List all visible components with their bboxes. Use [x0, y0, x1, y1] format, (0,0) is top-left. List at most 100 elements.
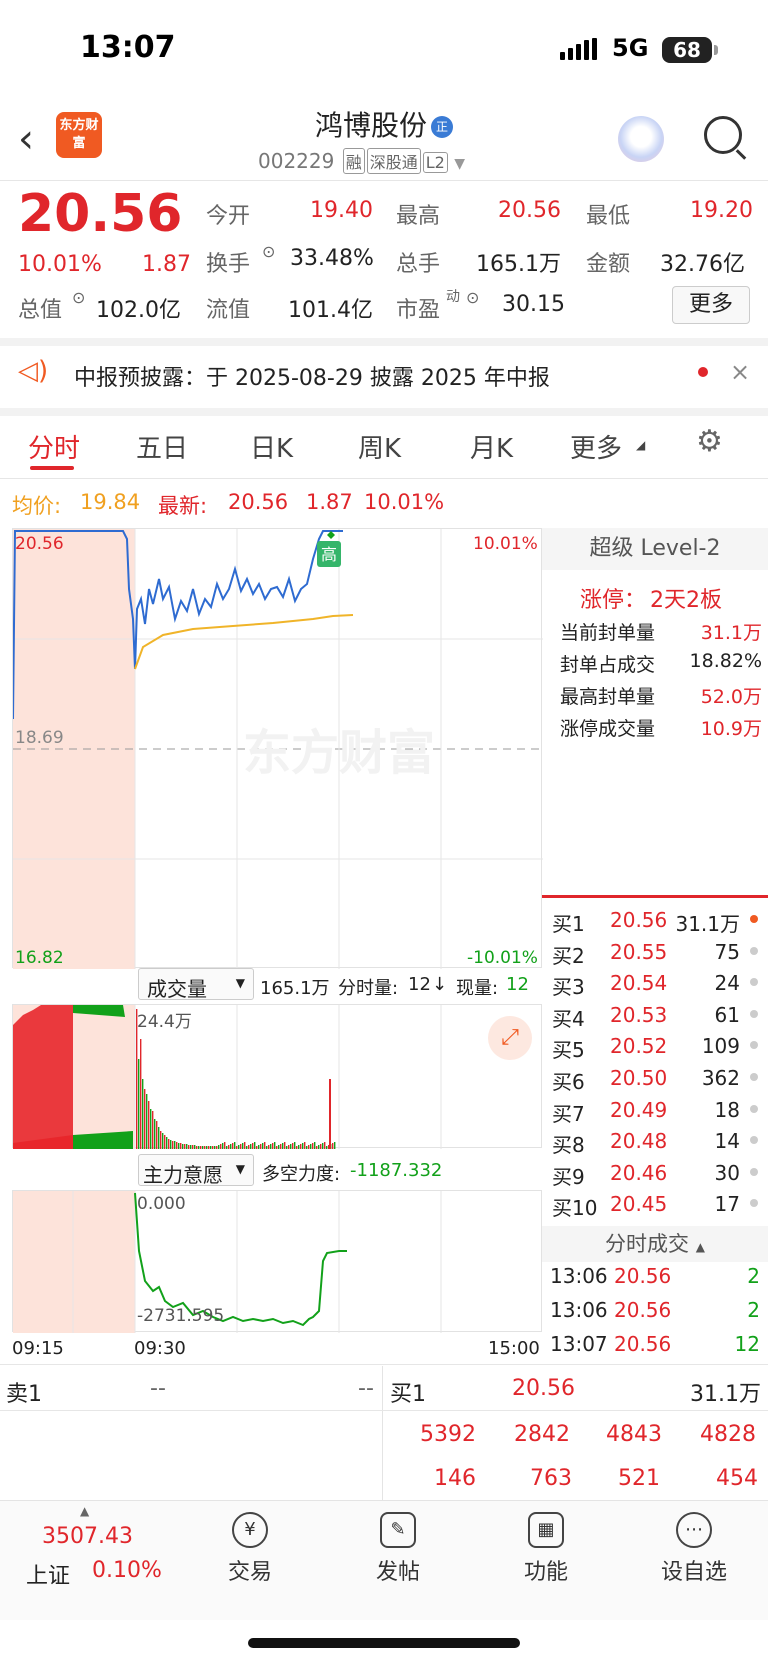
watermark: 东方财富 — [243, 725, 435, 781]
ob-label: 买4 — [552, 1006, 585, 1031]
tab-daily[interactable]: 日K — [250, 428, 293, 465]
cur-vol-label: 现量: — [456, 978, 499, 999]
ob-price: 20.45 — [610, 1192, 668, 1217]
expand-icon[interactable]: ⤢ — [488, 1016, 532, 1060]
orderbook-row[interactable]: 买8 20.48 14 — [552, 1129, 762, 1158]
level2-title: 超级 Level-2 — [542, 528, 768, 570]
chevron-down-icon: ▼ — [235, 1162, 245, 1176]
last-value: 20.56 — [228, 490, 289, 514]
orderbook-row[interactable]: 买10 20.45 17 — [552, 1192, 762, 1221]
info-icon[interactable]: ⊙ — [262, 242, 275, 261]
divider — [0, 408, 768, 416]
battery-cap — [714, 45, 718, 55]
close-icon[interactable]: × — [730, 358, 750, 386]
tab-indicator — [30, 466, 74, 470]
cur-vol-value: 12 — [506, 974, 529, 995]
queue-value: 4843 — [606, 1422, 662, 1447]
volume-bar — [216, 1146, 218, 1149]
orderbook-row[interactable]: 买1 20.56 31.1万 — [552, 908, 762, 937]
volume-total: 165.1万 — [260, 978, 330, 999]
volume-bar — [174, 1141, 176, 1149]
volume-bar — [228, 1145, 230, 1149]
indicator-selector-label: 主力意愿 — [143, 1163, 223, 1187]
tick-price: 20.56 — [614, 1332, 672, 1356]
orderbook-row[interactable]: 买3 20.54 24 — [552, 971, 762, 1000]
volume-bar — [332, 1143, 334, 1149]
info-icon[interactable]: ⊙ — [72, 288, 85, 307]
tab-post[interactable]: ✎ 发帖 — [348, 1512, 448, 1586]
sell1-price: -- — [150, 1376, 166, 1401]
force-label: 多空力度: — [262, 1164, 341, 1185]
orderbook-row[interactable]: 买6 20.50 362 — [552, 1066, 762, 1095]
tab-functions[interactable]: ▦ 功能 — [496, 1512, 596, 1586]
stock-name: 鸿博股份 — [314, 109, 427, 142]
ticks-header[interactable]: 分时成交 ▲ — [542, 1226, 768, 1262]
volume-bar — [270, 1144, 272, 1149]
assistant-avatar[interactable] — [618, 116, 664, 162]
volume-bar — [248, 1145, 250, 1149]
price-chart[interactable]: 东方财富 高 20.56 18.69 16.82 10.01% -10.01% — [12, 528, 543, 969]
orderbook-row[interactable]: 买2 20.55 75 — [552, 940, 762, 969]
last-price: 20.56 — [18, 184, 183, 244]
force-top: 0.000 — [137, 1194, 186, 1214]
tab-more[interactable]: 更多 — [570, 428, 622, 465]
notice-text[interactable]: 中报预披露：于 2025-08-29 披露 2025 年中报 — [74, 360, 550, 392]
indicator-selector[interactable]: 主力意愿 ▼ — [138, 1154, 254, 1187]
last-label: 最新: — [158, 494, 208, 518]
ob-qty: 14 — [714, 1129, 740, 1154]
limit-value: 2天2板 — [650, 588, 722, 613]
ob-price: 20.53 — [610, 1002, 668, 1027]
level2-panel[interactable]: 超级 Level-2 涨停： 2天2板 当前封单量 31.1万 封单占成交 18.8… — [542, 528, 768, 898]
high-label: 最高 — [396, 204, 441, 229]
volume-value: 165.1万 — [476, 252, 561, 277]
volume-chart[interactable]: 24.4万 — [12, 1004, 542, 1149]
search-icon[interactable] — [704, 116, 742, 154]
gear-icon[interactable]: ⚙ — [696, 424, 723, 459]
amount-value: 32.76亿 — [660, 252, 745, 277]
tab-watchlist[interactable]: ⋯ 设自选 — [644, 1512, 744, 1586]
volume-bar — [146, 1094, 148, 1149]
volume-selector[interactable]: 成交量 ▼ — [138, 968, 254, 1001]
volume-bar — [162, 1133, 164, 1149]
volume-bar — [184, 1144, 186, 1149]
orderbook-row[interactable]: 买5 20.52 109 — [552, 1034, 762, 1063]
price-chart-svg: 东方财富 高 20.56 18.69 16.82 10.01% -10.01% — [12, 529, 543, 969]
volume-bar — [260, 1144, 262, 1149]
trade-icon: ¥ — [232, 1512, 268, 1548]
orderbook-row[interactable]: 买7 20.49 18 — [552, 1098, 762, 1127]
ob-dot — [750, 1009, 758, 1018]
avg-label: 均价: — [12, 494, 62, 518]
orderbook-row[interactable]: 买9 20.46 30 — [552, 1161, 762, 1190]
tab-trade-label: 交易 — [227, 1560, 272, 1585]
ob-dot — [750, 978, 758, 987]
more-dots-icon: ⋯ — [676, 1512, 712, 1548]
main-force-chart[interactable]: 0.000 -2731.595 — [12, 1190, 542, 1333]
tab-trade[interactable]: ¥ 交易 — [200, 1512, 300, 1586]
tag-connect: 深股通 — [366, 148, 421, 174]
limit-label: 涨停： — [580, 588, 647, 613]
volume-bar — [198, 1146, 200, 1149]
force-value: -1187.332 — [350, 1160, 443, 1181]
queue-value: 2842 — [514, 1422, 570, 1447]
info-icon[interactable]: ⊙ — [466, 288, 479, 307]
turnover-label: 换手 — [206, 252, 251, 277]
volume-bar — [222, 1143, 224, 1149]
stock-code-row[interactable]: 002229 融深股通 L2 ▼ — [258, 148, 465, 174]
tick-time: 13:06 — [550, 1298, 608, 1322]
index-value[interactable]: 3507.43 — [42, 1524, 133, 1549]
tab-weekly[interactable]: 周K — [358, 428, 401, 465]
high-point — [327, 531, 335, 539]
x-tick-start: 09:15 — [12, 1338, 64, 1359]
more-button[interactable]: 更多 — [672, 286, 750, 324]
tab-intraday[interactable]: 分时 — [28, 428, 80, 465]
tab-5day[interactable]: 五日 — [136, 428, 188, 465]
orderbook-row[interactable]: 买4 20.53 61 — [552, 1003, 762, 1032]
volume-peak: 24.4万 — [137, 1012, 192, 1032]
queue-value: 5392 — [420, 1422, 476, 1447]
tab-monthly[interactable]: 月K — [470, 428, 513, 465]
divider — [0, 1364, 768, 1365]
volume-bar — [144, 1089, 146, 1149]
ob-qty: 18 — [714, 1097, 740, 1122]
change-value: 1.87 — [142, 252, 191, 277]
tick-row: 13:07 20.56 12 — [550, 1332, 760, 1356]
